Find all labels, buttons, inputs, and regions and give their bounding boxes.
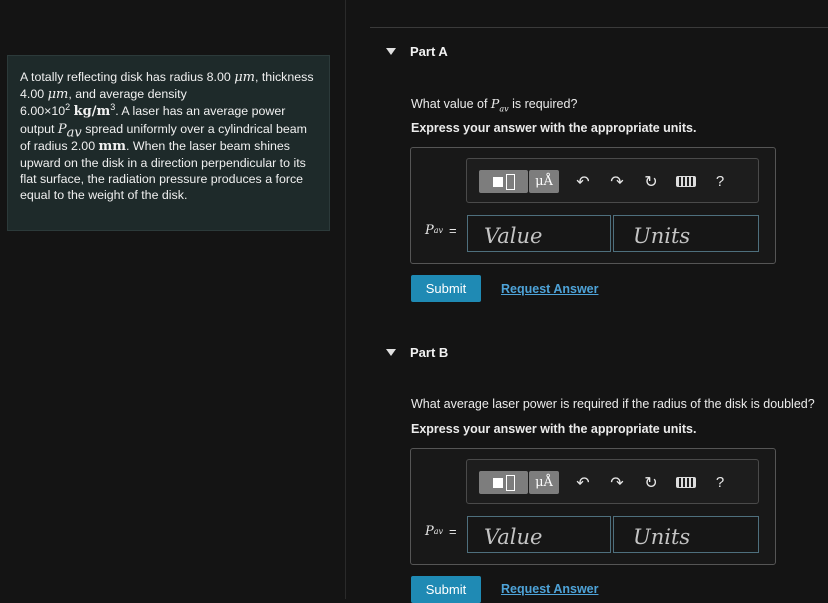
- problem-text: , and average density: [68, 87, 187, 102]
- math-toolbar: μÅ ↶ ↷ ↻ ?: [466, 459, 759, 504]
- density-exponent: 2: [65, 102, 71, 113]
- templates-icon[interactable]: [479, 471, 528, 494]
- density-unit: kg/m: [73, 104, 111, 120]
- power-symbol: P: [425, 524, 434, 539]
- density-value: 6.00×10: [20, 104, 66, 119]
- units-icon[interactable]: μÅ: [529, 170, 559, 193]
- redo-icon[interactable]: ↷: [607, 471, 627, 494]
- value-input[interactable]: [467, 516, 611, 553]
- undo-icon[interactable]: ↶: [573, 471, 593, 494]
- power-symbol: P: [57, 121, 67, 137]
- equals-sign: =: [449, 223, 457, 238]
- part-b-question: What average laser power is required if …: [411, 397, 815, 411]
- part-b-answer-box: μÅ ↶ ↷ ↻ ? Pav =: [410, 448, 776, 565]
- part-a-answer-box: μÅ ↶ ↷ ↻ ? Pav =: [410, 147, 776, 264]
- part-a-instruction: Express your answer with the appropriate…: [411, 121, 697, 135]
- part-a-title: Part A: [410, 44, 448, 59]
- answer-label: Pav =: [425, 223, 457, 238]
- part-b-instruction: Express your answer with the appropriate…: [411, 422, 697, 436]
- question-text: What value of: [411, 97, 491, 111]
- part-a-question: What value of Pav is required?: [411, 96, 578, 114]
- unit-micrometer: μm: [47, 87, 69, 103]
- collapse-caret-icon[interactable]: [386, 48, 396, 55]
- equals-sign: =: [449, 524, 457, 539]
- question-text: is required?: [508, 97, 578, 111]
- value-input[interactable]: [467, 215, 611, 252]
- undo-icon[interactable]: ↶: [573, 170, 593, 193]
- redo-icon[interactable]: ↷: [607, 170, 627, 193]
- units-input[interactable]: [613, 516, 759, 553]
- math-toolbar: μÅ ↶ ↷ ↻ ?: [466, 158, 759, 203]
- top-rule: [370, 27, 828, 28]
- keyboard-icon[interactable]: [674, 170, 698, 193]
- part-a-submit-button[interactable]: Submit: [411, 275, 481, 302]
- templates-icon[interactable]: [479, 170, 528, 193]
- answer-label: Pav =: [425, 524, 457, 539]
- help-icon[interactable]: ?: [710, 170, 730, 193]
- problem-text: A totally reflecting disk has radius 8.0…: [20, 70, 235, 84]
- collapse-caret-icon[interactable]: [386, 349, 396, 356]
- units-icon[interactable]: μÅ: [529, 471, 559, 494]
- part-b-header[interactable]: Part B: [386, 345, 448, 360]
- problem-statement: A totally reflecting disk has radius 8.0…: [7, 55, 330, 231]
- power-subscript: av: [499, 104, 509, 114]
- part-a-request-answer-link[interactable]: Request Answer: [501, 282, 598, 296]
- power-symbol: P: [425, 223, 434, 238]
- part-a-header[interactable]: Part A: [386, 44, 448, 59]
- units-input[interactable]: [613, 215, 759, 252]
- unit-micrometer: μm: [234, 70, 255, 85]
- reset-icon[interactable]: ↻: [641, 471, 661, 494]
- column-divider: [345, 0, 346, 599]
- keyboard-icon[interactable]: [674, 471, 698, 494]
- part-b-request-answer-link[interactable]: Request Answer: [501, 582, 598, 596]
- unit-millimeter: mm: [98, 138, 127, 154]
- help-icon[interactable]: ?: [710, 471, 730, 494]
- part-b-title: Part B: [410, 345, 449, 360]
- reset-icon[interactable]: ↻: [641, 170, 661, 193]
